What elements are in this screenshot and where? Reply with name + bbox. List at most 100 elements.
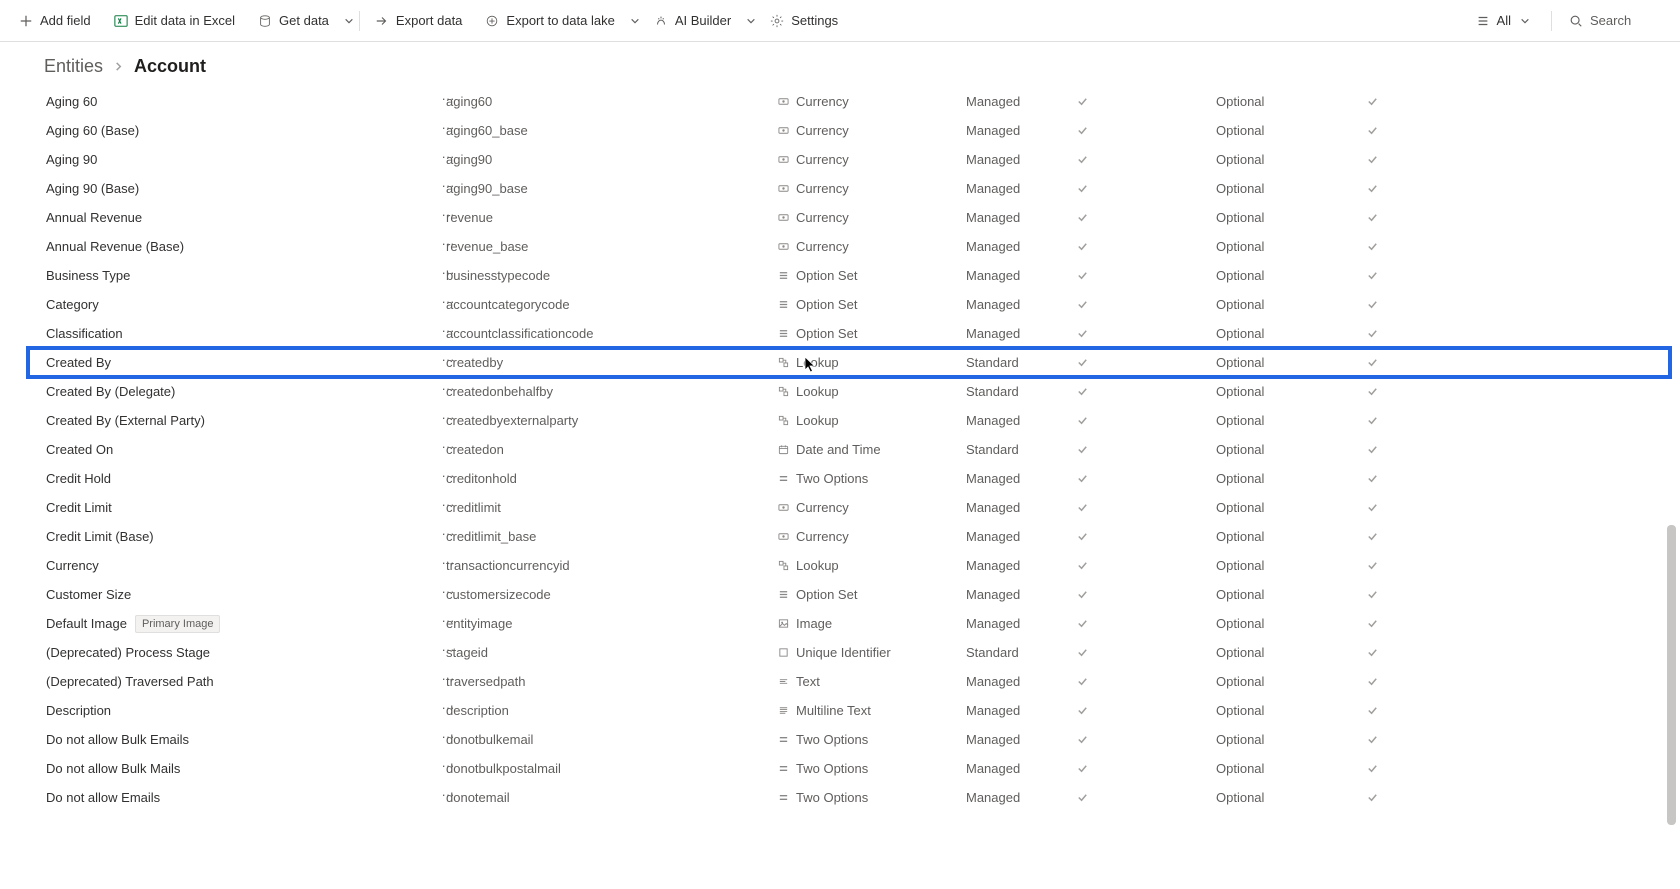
table-row[interactable]: Created On···createdonDate and TimeStand… xyxy=(28,435,1670,464)
breadcrumb-parent[interactable]: Entities xyxy=(44,56,103,77)
datatype-icon xyxy=(776,124,790,138)
view-filter-button[interactable]: All xyxy=(1465,7,1541,35)
field-requirement: Optional xyxy=(1216,239,1366,254)
get-data-chevron[interactable] xyxy=(343,15,355,27)
table-row[interactable]: Do not allow Bulk Mails···donotbulkposta… xyxy=(28,754,1670,783)
search-placeholder: Search xyxy=(1590,13,1631,28)
table-row[interactable]: Customer Size···customersizecodeOption S… xyxy=(28,580,1670,609)
table-row[interactable]: Created By (External Party)···createdbye… xyxy=(28,406,1670,435)
ai-builder-chevron[interactable] xyxy=(745,15,757,27)
ai-builder-button[interactable]: AI Builder xyxy=(643,7,741,35)
row-more-button[interactable]: ··· xyxy=(434,787,462,802)
table-row[interactable]: Do not allow Bulk Emails···donotbulkemai… xyxy=(28,725,1670,754)
settings-button[interactable]: Settings xyxy=(759,7,848,35)
row-more-button[interactable]: ··· xyxy=(434,149,462,164)
searchable-check-icon xyxy=(1366,182,1446,195)
field-type: Lookup xyxy=(796,355,839,370)
row-more-button[interactable]: ··· xyxy=(434,120,462,135)
export-data-button[interactable]: Export data xyxy=(364,7,473,35)
field-kind: Managed xyxy=(966,558,1076,573)
searchable-check-icon xyxy=(1366,95,1446,108)
searchable-check-icon xyxy=(1366,327,1446,340)
row-more-button[interactable]: ··· xyxy=(434,584,462,599)
table-row[interactable]: Aging 60···aging60CurrencyManagedOptiona… xyxy=(28,87,1670,116)
field-type: Text xyxy=(796,674,820,689)
scrollbar-thumb[interactable] xyxy=(1667,525,1676,825)
customizable-check-icon xyxy=(1076,617,1216,630)
table-row[interactable]: Annual Revenue (Base)···revenue_baseCurr… xyxy=(28,232,1670,261)
field-display-name: Aging 90 (Base) xyxy=(46,181,139,196)
more-icon: ··· xyxy=(442,91,455,106)
customizable-check-icon xyxy=(1076,588,1216,601)
table-row[interactable]: (Deprecated) Process Stage···stageidUniq… xyxy=(28,638,1670,667)
add-field-button[interactable]: Add field xyxy=(8,7,101,35)
field-schema-name: createdonbehalfby xyxy=(446,384,776,399)
row-more-button[interactable]: ··· xyxy=(434,613,462,628)
table-row[interactable]: Aging 60 (Base)···aging60_baseCurrencyMa… xyxy=(28,116,1670,145)
field-type: Two Options xyxy=(796,761,868,776)
row-more-button[interactable]: ··· xyxy=(434,178,462,193)
field-display-name: Aging 90 xyxy=(46,152,97,167)
table-row[interactable]: Annual Revenue···revenueCurrencyManagedO… xyxy=(28,203,1670,232)
row-more-button[interactable]: ··· xyxy=(434,323,462,338)
field-requirement: Optional xyxy=(1216,442,1366,457)
customizable-check-icon xyxy=(1076,762,1216,775)
table-row[interactable]: Business Type···businesstypecodeOption S… xyxy=(28,261,1670,290)
row-more-button[interactable]: ··· xyxy=(434,265,462,280)
field-type: Currency xyxy=(796,210,849,225)
edit-in-excel-button[interactable]: Edit data in Excel xyxy=(103,7,245,35)
scrollbar[interactable] xyxy=(1666,85,1678,875)
row-more-button[interactable]: ··· xyxy=(434,352,462,367)
table-row[interactable]: Aging 90 (Base)···aging90_baseCurrencyMa… xyxy=(28,174,1670,203)
row-more-button[interactable]: ··· xyxy=(434,294,462,309)
datatype-icon xyxy=(776,443,790,457)
export-lake-chevron[interactable] xyxy=(629,15,641,27)
field-schema-name: accountcategorycode xyxy=(446,297,776,312)
row-more-button[interactable]: ··· xyxy=(434,555,462,570)
row-more-button[interactable]: ··· xyxy=(434,671,462,686)
field-display-name: Created By xyxy=(46,355,111,370)
get-data-button[interactable]: Get data xyxy=(247,7,339,35)
field-kind: Managed xyxy=(966,500,1076,515)
table-row[interactable]: Credit Limit (Base)···creditlimit_baseCu… xyxy=(28,522,1670,551)
datatype-icon xyxy=(776,298,790,312)
table-row[interactable]: Credit Limit···creditlimitCurrencyManage… xyxy=(28,493,1670,522)
row-more-button[interactable]: ··· xyxy=(434,758,462,773)
field-requirement: Optional xyxy=(1216,210,1366,225)
row-more-button[interactable]: ··· xyxy=(434,526,462,541)
search-icon xyxy=(1568,13,1584,29)
row-more-button[interactable]: ··· xyxy=(434,700,462,715)
export-to-data-lake-button[interactable]: Export to data lake xyxy=(474,7,624,35)
table-row[interactable]: Category···accountcategorycodeOption Set… xyxy=(28,290,1670,319)
row-more-button[interactable]: ··· xyxy=(434,410,462,425)
table-row[interactable]: Do not allow Emails···donotemailTwo Opti… xyxy=(28,783,1670,812)
row-more-button[interactable]: ··· xyxy=(434,236,462,251)
row-more-button[interactable]: ··· xyxy=(434,381,462,396)
field-kind: Managed xyxy=(966,152,1076,167)
row-more-button[interactable]: ··· xyxy=(434,497,462,512)
datatype-icon xyxy=(776,762,790,776)
table-row[interactable]: Aging 90···aging90CurrencyManagedOptiona… xyxy=(28,145,1670,174)
table-row[interactable]: Default ImagePrimary Image···entityimage… xyxy=(28,609,1670,638)
row-more-button[interactable]: ··· xyxy=(434,439,462,454)
row-more-button[interactable]: ··· xyxy=(434,91,462,106)
field-requirement: Optional xyxy=(1216,616,1366,631)
table-row[interactable]: Created By (Delegate)···createdonbehalfb… xyxy=(28,377,1670,406)
row-more-button[interactable]: ··· xyxy=(434,207,462,222)
field-display-name: Category xyxy=(46,297,99,312)
row-more-button[interactable]: ··· xyxy=(434,729,462,744)
table-row[interactable]: Description···descriptionMultiline TextM… xyxy=(28,696,1670,725)
search-input[interactable]: Search xyxy=(1562,9,1672,33)
table-row[interactable]: Credit Hold···creditonholdTwo OptionsMan… xyxy=(28,464,1670,493)
table-row[interactable]: Classification···accountclassificationco… xyxy=(28,319,1670,348)
searchable-check-icon xyxy=(1366,675,1446,688)
customizable-check-icon xyxy=(1076,501,1216,514)
field-type: Currency xyxy=(796,500,849,515)
row-more-button[interactable]: ··· xyxy=(434,468,462,483)
ai-builder-label: AI Builder xyxy=(675,13,731,28)
row-more-button[interactable]: ··· xyxy=(434,642,462,657)
table-row[interactable]: Created By···createdbyLookupStandardOpti… xyxy=(28,348,1670,377)
field-schema-name: createdbyexternalparty xyxy=(446,413,776,428)
table-row[interactable]: (Deprecated) Traversed Path···traversedp… xyxy=(28,667,1670,696)
table-row[interactable]: Currency···transactioncurrencyidLookupMa… xyxy=(28,551,1670,580)
